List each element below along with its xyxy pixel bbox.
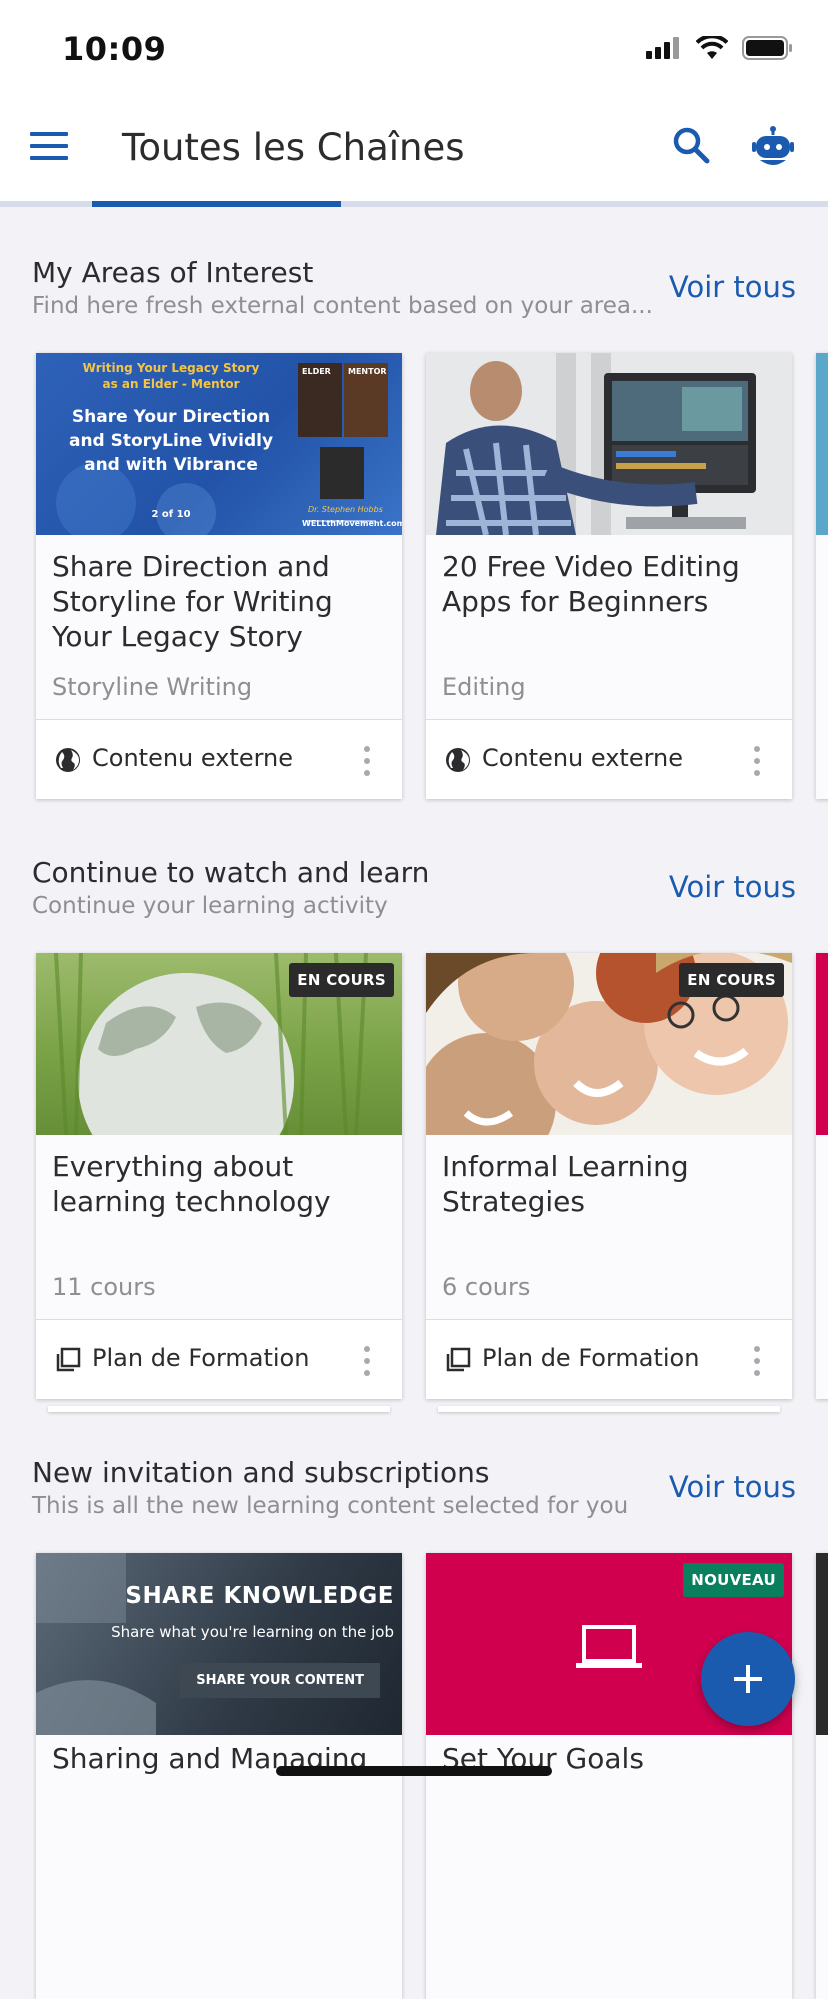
more-options-icon[interactable] [754, 1346, 762, 1376]
section-continue-learning: Continue to watch and learn Continue you… [32, 856, 796, 919]
section-areas-of-interest: My Areas of Interest Find here fresh ext… [32, 256, 796, 319]
card-thumbnail: Writing Your Legacy Story as an Elder - … [36, 353, 402, 535]
stack-icon [56, 1347, 81, 1372]
new-badge: NOUVEAU [683, 1563, 784, 1597]
card-thumbnail [816, 953, 828, 1135]
card-thumbnail [816, 1553, 828, 1735]
card-type-label: Contenu externe [92, 744, 294, 772]
content-card-peek[interactable] [816, 1553, 828, 1999]
more-options-icon[interactable] [364, 1346, 372, 1376]
thumb-text-8: MENTOR [348, 367, 387, 376]
status-bar: 10:09 [0, 0, 828, 96]
thumb-text-7: ELDER [302, 367, 331, 376]
card-title: Everything about learning technology [52, 1150, 331, 1218]
thumb-subline: Share what you're learning on the job [111, 1623, 394, 1641]
thumb-text-5: and with Vibrance [84, 455, 258, 475]
view-all-link[interactable]: Voir tous [669, 1470, 796, 1504]
content-card[interactable]: 20 Free Video Editing Apps for Beginners… [426, 353, 792, 799]
card-stack-edge [48, 1406, 390, 1412]
card-thumbnail: EN COURS [426, 953, 792, 1135]
card-stack-edge [438, 1406, 780, 1412]
app-bar: Toutes les Chaînes [0, 96, 828, 207]
content-card-peek[interactable] [816, 953, 828, 1399]
stack-icon [446, 1347, 471, 1372]
status-icons [646, 36, 794, 60]
more-options-icon[interactable] [754, 746, 762, 776]
card-title: Share Direction and Storyline for Writin… [52, 550, 333, 653]
thumb-text-6: 2 of 10 [151, 509, 191, 520]
card-type-label: Plan de Formation [92, 1344, 310, 1372]
course-count: 6 cours [442, 1273, 531, 1301]
status-time: 10:09 [62, 30, 167, 68]
thumb-text-10: WELLthMovement.com [302, 519, 402, 528]
active-tab-indicator [92, 201, 341, 207]
globe-icon [56, 748, 80, 772]
content-card-peek[interactable] [816, 353, 828, 799]
card-footer: Contenu externe [426, 719, 792, 799]
thumb-text-9: Dr. Stephen Hobbs [308, 505, 383, 514]
menu-icon[interactable] [30, 132, 68, 164]
card-footer: Plan de Formation [426, 1319, 792, 1399]
card-type-label: Plan de Formation [482, 1344, 700, 1372]
thumb-text-1: Writing Your Legacy Story [82, 361, 260, 375]
in-progress-badge: EN COURS [289, 963, 394, 997]
card-title: 20 Free Video Editing Apps for Beginners [442, 550, 740, 618]
card-footer: Contenu externe [36, 719, 402, 799]
learning-plan-card[interactable]: EN COURS Everything about learning techn… [36, 953, 402, 1399]
battery-icon [742, 36, 792, 60]
thumb-text-2: as an Elder - Mentor [102, 377, 240, 391]
card-title: Informal Learning Strategies [442, 1150, 689, 1218]
card-thumbnail [426, 353, 792, 535]
wifi-icon [696, 36, 728, 59]
card-category: Editing [442, 673, 526, 701]
card-type-label: Contenu externe [482, 744, 684, 772]
view-all-link[interactable]: Voir tous [669, 870, 796, 904]
page-title: Toutes les Chaînes [122, 126, 465, 169]
in-progress-badge: EN COURS [679, 963, 784, 997]
card-footer: Plan de Formation [36, 1319, 402, 1399]
card-thumbnail: SHARE KNOWLEDGE Share what you're learni… [36, 1553, 402, 1735]
section-new-invitations: New invitation and subscriptions This is… [32, 1456, 796, 1519]
content-card[interactable]: Writing Your Legacy Story as an Elder - … [36, 353, 402, 799]
globe-icon [446, 748, 470, 772]
search-icon[interactable] [670, 124, 714, 168]
thumb-headline: SHARE KNOWLEDGE [125, 1583, 394, 1609]
course-count: 11 cours [52, 1273, 156, 1301]
share-content-button: SHARE YOUR CONTENT [180, 1663, 380, 1698]
add-button[interactable] [701, 1632, 795, 1726]
content-card[interactable]: NOUVEAU Set Your Goals [426, 1553, 792, 1999]
thumb-text-3: Share Your Direction [71, 407, 271, 427]
card-thumbnail [816, 353, 828, 535]
home-indicator[interactable] [276, 1766, 552, 1776]
more-options-icon[interactable] [364, 746, 372, 776]
card-category: Storyline Writing [52, 673, 253, 701]
card-thumbnail: EN COURS [36, 953, 402, 1135]
content-card[interactable]: SHARE KNOWLEDGE Share what you're learni… [36, 1553, 402, 1999]
view-all-link[interactable]: Voir tous [669, 270, 796, 304]
learning-plan-card[interactable]: EN COURS Informal Learning Strategies 6 … [426, 953, 792, 1399]
cellular-signal-icon [646, 37, 679, 59]
chatbot-icon[interactable] [750, 126, 796, 170]
thumb-text-4: and StoryLine Vividly [68, 431, 274, 451]
